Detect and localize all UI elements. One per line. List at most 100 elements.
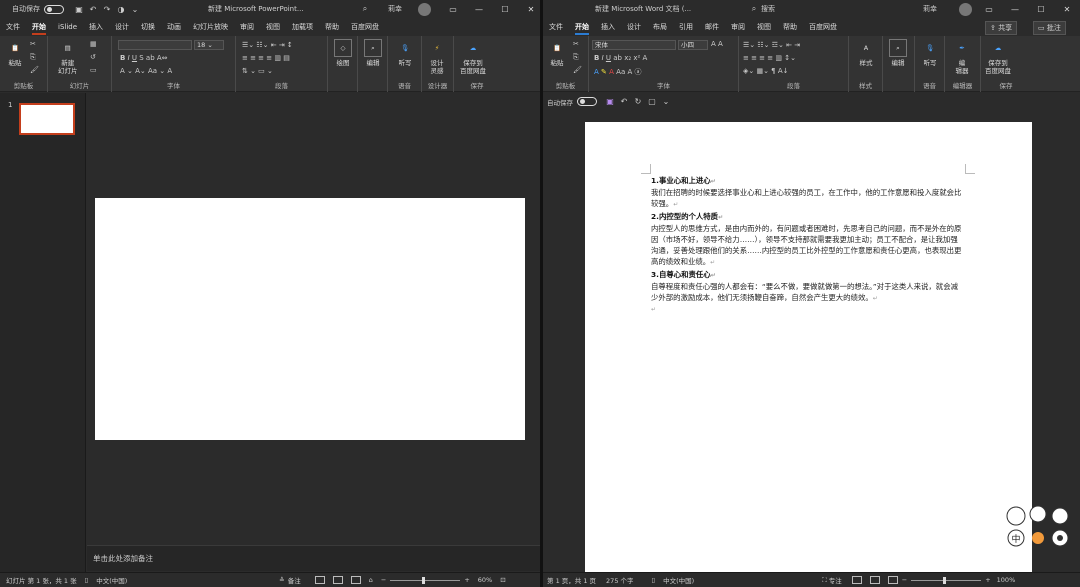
tab-design[interactable]: 设计	[109, 18, 135, 36]
tab-transitions[interactable]: 切换	[135, 18, 161, 36]
autosave-toggle[interactable]	[577, 97, 597, 106]
undo-icon[interactable]: ↶	[86, 5, 100, 14]
tab-file[interactable]: 文件	[543, 18, 569, 36]
tab-mailings[interactable]: 邮件	[699, 18, 725, 36]
customize-qat-icon[interactable]: ⌄	[128, 5, 142, 14]
tab-help[interactable]: 帮助	[319, 18, 345, 36]
document-text[interactable]: 1.事业心和上进心↵ 我们在招聘的时候要选择事业心和上进心较强的员工，在工作中，他…	[651, 175, 965, 315]
bullets-icon[interactable]: ☰⌄ ☷⌄ ☲⌄ ⇤ ⇥	[743, 41, 800, 49]
dictate-button[interactable]: 🎙 听写	[921, 39, 939, 67]
paste-button[interactable]: 📋 粘贴	[6, 39, 24, 67]
align-icon[interactable]: ≡ ≡ ≡ ≡ ▥ ▤	[242, 54, 290, 62]
font-name-box[interactable]	[118, 40, 192, 50]
editor-button[interactable]: ✒ 编 辑器	[953, 39, 971, 75]
present-icon[interactable]: ◑	[114, 5, 128, 14]
tab-home[interactable]: 开始	[569, 18, 595, 36]
font-size-box[interactable]: 小四	[678, 40, 708, 50]
layout-icon[interactable]: ▦	[90, 40, 97, 48]
tab-insert[interactable]: 插入	[595, 18, 621, 36]
styles-button[interactable]: A 样式	[857, 39, 875, 67]
copy-icon[interactable]: ⎘	[30, 53, 36, 62]
bold-icon[interactable]: B I U S ab A⇔	[120, 54, 168, 62]
zoom-in-icon[interactable]: +	[985, 576, 990, 584]
search-box[interactable]: 搜索	[761, 4, 775, 14]
tab-layout[interactable]: 布局	[647, 18, 673, 36]
language-label[interactable]: 中文(中国)	[663, 575, 694, 585]
align-icon[interactable]: ≡ ≡ ≡ ≡ ▥ ↕⌄	[743, 54, 796, 62]
design-ideas-button[interactable]: ⚡ 设计 灵感	[428, 39, 446, 75]
cut-icon[interactable]: ✂	[573, 40, 579, 48]
undo-icon[interactable]: ↶	[617, 97, 631, 106]
tab-insert[interactable]: 插入	[83, 18, 109, 36]
web-layout-icon[interactable]	[887, 576, 898, 584]
autosave-toggle[interactable]	[44, 4, 64, 14]
user-name[interactable]: 莉幸	[388, 4, 402, 14]
word-count[interactable]: 275 个字	[606, 575, 633, 585]
tab-home[interactable]: 开始	[26, 18, 52, 36]
edit-button[interactable]: ⌕ 编辑	[889, 39, 907, 67]
maximize-icon[interactable]: ☐	[492, 0, 518, 18]
new-slide-button[interactable]: ▤ 新建 幻灯片	[58, 39, 78, 75]
avatar[interactable]	[959, 3, 972, 16]
format-painter-icon[interactable]: 🖌	[30, 66, 39, 74]
focus-mode[interactable]: 专注	[829, 575, 842, 585]
search-icon[interactable]: ⌕	[747, 4, 761, 14]
user-name[interactable]: 莉幸	[923, 4, 937, 14]
zoom-level[interactable]: 60%	[478, 576, 492, 584]
minimize-icon[interactable]: —	[1002, 0, 1028, 18]
save-baidu-button[interactable]: ☁ 保存到 百度网盘	[985, 39, 1011, 75]
edit-button[interactable]: ⌕ 编辑	[364, 39, 382, 67]
paste-button[interactable]: 📋 粘贴	[548, 39, 566, 67]
cut-icon[interactable]: ✂	[30, 40, 36, 48]
shading-icon[interactable]: ◈⌄ ▦⌄ ¶ A↓	[743, 67, 789, 75]
copy-icon[interactable]: ⎘	[573, 53, 579, 62]
print-preview-icon[interactable]: ▢	[645, 97, 659, 106]
document-paragraph[interactable]: 我们在招聘的时候要选择事业心和上进心较强的员工，在工作中，他的工作意愿和投入度就…	[651, 187, 965, 210]
grow-font-icon[interactable]: A A	[711, 40, 723, 48]
save-icon[interactable]: ▣	[72, 5, 86, 14]
notes-toggle[interactable]: 备注	[288, 575, 301, 585]
notes-icon[interactable]: ≙	[279, 576, 284, 584]
slide-sorter-icon[interactable]	[332, 576, 343, 584]
zoom-in-icon[interactable]: +	[464, 576, 469, 584]
focus-icon[interactable]: ⛶	[822, 576, 827, 585]
normal-view-icon[interactable]	[314, 576, 325, 584]
redo-icon[interactable]: ↷	[100, 5, 114, 14]
customize-qat-icon[interactable]: ⌄	[659, 97, 673, 106]
document-heading[interactable]: 2.内控型的个人特质↵	[651, 211, 965, 223]
redo-icon[interactable]: ↻	[631, 97, 645, 106]
save-baidu-button[interactable]: ☁ 保存到 百度网盘	[460, 39, 486, 75]
ribbon-display-icon[interactable]: ▭	[976, 0, 1002, 18]
dictate-button[interactable]: 🎙 听写	[396, 39, 414, 67]
comments-button[interactable]: ▭ 批注	[1033, 21, 1066, 35]
notes-pane[interactable]: 单击此处添加备注	[87, 545, 540, 571]
print-layout-icon[interactable]	[869, 576, 880, 584]
save-icon[interactable]: ▣	[603, 97, 617, 106]
close-icon[interactable]: ✕	[1054, 0, 1080, 18]
share-button[interactable]: ⇪ 共享	[985, 21, 1018, 35]
font-color-icon[interactable]: A ✎ A Aa A ⓐ	[594, 67, 641, 77]
tab-view[interactable]: 视图	[751, 18, 777, 36]
maximize-icon[interactable]: ☐	[1028, 0, 1054, 18]
font-size-box[interactable]: 18 ⌄	[194, 40, 224, 50]
ribbon-display-icon[interactable]: ▭	[440, 0, 466, 18]
text-direction-icon[interactable]: ⇅ ⌄ ▭ ⌄	[242, 67, 273, 75]
tab-addins[interactable]: 加载项	[286, 18, 319, 36]
close-icon[interactable]: ✕	[518, 0, 540, 18]
zoom-slider[interactable]	[911, 576, 982, 584]
accessibility-icon[interactable]: ▯	[85, 576, 89, 584]
font-color-icon[interactable]: A ⌄ A⌄ Aa ⌄ A	[120, 67, 172, 75]
document-paragraph[interactable]: 自尊程度和责任心强的人都会有：“要么不做，要做就做第一的想法。”对于这类人来说，…	[651, 281, 965, 304]
tab-slideshow[interactable]: 幻灯片放映	[187, 18, 234, 36]
avatar[interactable]	[418, 3, 431, 16]
search-icon[interactable]: ⌕	[358, 4, 372, 14]
bold-icon[interactable]: B I U ab x₂ x² A	[594, 54, 647, 62]
minimize-icon[interactable]: —	[466, 0, 492, 18]
reading-view-icon[interactable]	[350, 576, 361, 584]
tab-view[interactable]: 视图	[260, 18, 286, 36]
document-paragraph[interactable]: 内控型人的思维方式，是由内而外的，有问题或者困难时，先思考自己的问题，而不是外在…	[651, 223, 965, 269]
tab-animations[interactable]: 动画	[161, 18, 187, 36]
document-heading[interactable]: 1.事业心和上进心↵	[651, 175, 965, 187]
slide-thumbnail[interactable]	[19, 103, 75, 135]
document-heading[interactable]: 3.自尊心和责任心↵	[651, 269, 965, 281]
